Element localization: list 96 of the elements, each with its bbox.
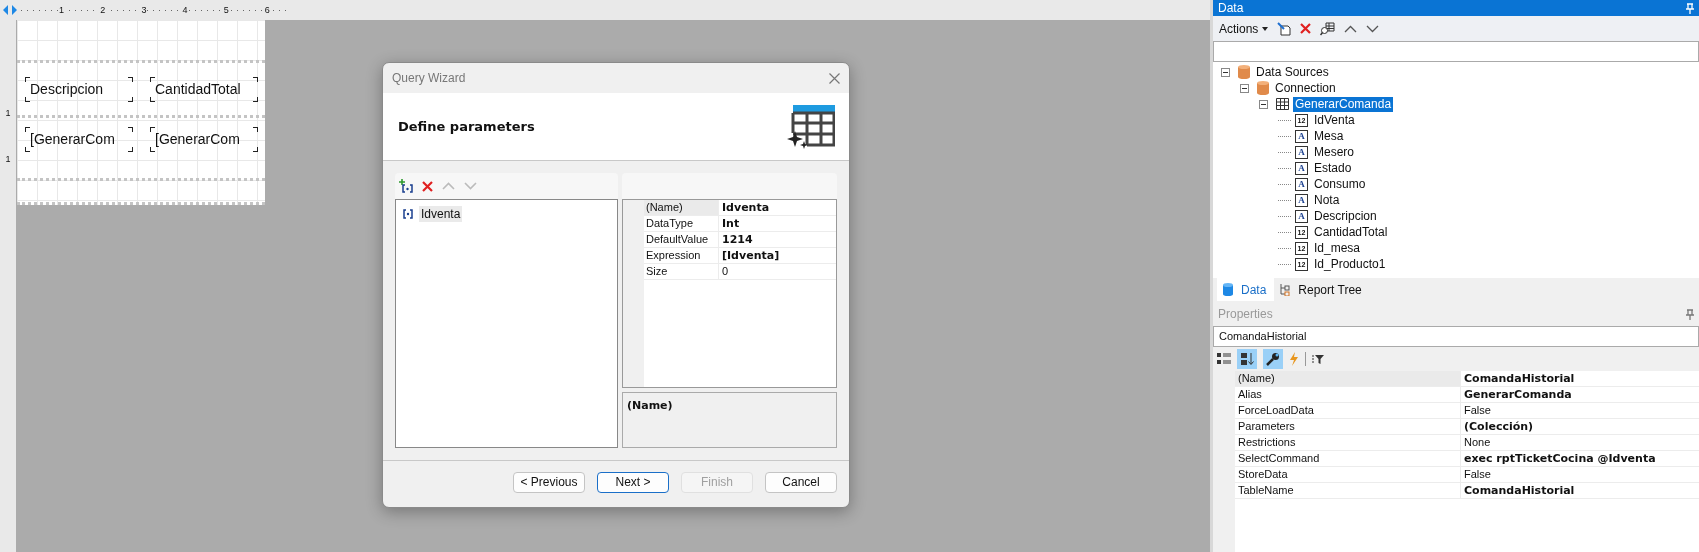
ruler-number: 1 (5, 154, 11, 164)
parameter-icon (403, 209, 413, 219)
tree-item[interactable]: Nota (1312, 192, 1342, 208)
text-field-icon: A (1295, 145, 1308, 159)
property-name[interactable]: Size (644, 264, 719, 279)
property-value[interactable]: False (1461, 403, 1699, 418)
pin-icon[interactable] (1686, 308, 1694, 320)
property-value[interactable]: 0 (719, 264, 836, 279)
database-icon (1223, 283, 1233, 296)
text-field-icon: A (1295, 161, 1308, 175)
collapse-icon[interactable] (1221, 67, 1230, 77)
ruler-number: 1 (5, 108, 11, 118)
move-up-icon[interactable] (1344, 24, 1358, 33)
wizard-button[interactable]: Cancel (765, 471, 837, 493)
text-field-icon: A (1295, 193, 1308, 207)
ruler-number: 1 (58, 5, 66, 15)
parameter-item[interactable]: Idventa (419, 206, 463, 222)
ruler-nav-icon[interactable] (2, 5, 18, 15)
categorized-icon[interactable] (1217, 352, 1231, 366)
property-value[interactable]: Idventa (719, 200, 836, 215)
property-name[interactable]: DefaultValue (644, 232, 719, 247)
property-value[interactable]: ComandaHistorial (1461, 371, 1699, 386)
tree-item[interactable]: Id_mesa (1312, 240, 1363, 256)
report-text-field[interactable]: CantidadTotal (150, 76, 258, 102)
panel-tab[interactable]: Data (1217, 278, 1275, 301)
tree-item[interactable]: Descripcion (1312, 208, 1379, 224)
report-text-field[interactable]: [GenerarCom (25, 127, 133, 152)
panel-title: Data (1218, 1, 1244, 15)
collapse-icon[interactable] (1259, 99, 1268, 109)
tree-item[interactable]: Mesero (1312, 144, 1356, 160)
property-value[interactable]: ComandaHistorial (1461, 483, 1699, 498)
move-down-icon[interactable] (1366, 24, 1380, 33)
delete-icon[interactable] (1300, 23, 1312, 34)
database-icon (1257, 81, 1269, 95)
tree-item[interactable]: GenerarComanda (1293, 96, 1394, 112)
ruler-number: 4 (181, 5, 189, 15)
dialog-title: Query Wizard (392, 71, 466, 85)
property-value[interactable]: exec rptTicketCocina @Idventa (1461, 451, 1699, 466)
property-value[interactable]: GenerarComanda (1461, 387, 1699, 402)
property-value[interactable]: False (1461, 467, 1699, 482)
report-text-field[interactable]: Descripcion (25, 76, 133, 102)
database-icon (1238, 65, 1250, 79)
wizard-button[interactable]: Next > (597, 471, 669, 493)
actions-menu[interactable]: Actions (1219, 21, 1259, 36)
property-name[interactable]: SelectCommand (1235, 451, 1461, 466)
wrench-icon[interactable] (1266, 352, 1280, 366)
add-parameter-icon[interactable] (399, 179, 413, 193)
property-name[interactable]: StoreData (1235, 467, 1461, 482)
tree-icon (1280, 283, 1291, 296)
property-value[interactable]: None (1461, 435, 1699, 450)
wizard-button[interactable]: < Previous (513, 471, 585, 493)
property-value[interactable]: [Idventa] (719, 248, 836, 263)
tree-item[interactable]: CantidadTotal (1312, 224, 1390, 240)
ruler-number: 5 (222, 5, 230, 15)
panel-title: Properties (1218, 307, 1273, 321)
close-icon[interactable] (829, 72, 840, 84)
delete-icon[interactable] (422, 180, 433, 192)
property-value[interactable]: Int (719, 216, 836, 231)
property-name[interactable]: DataType (644, 216, 719, 231)
text-field-icon: A (1295, 129, 1308, 143)
property-name[interactable]: (Name) (644, 200, 719, 215)
property-name[interactable]: Alias (1235, 387, 1461, 402)
property-name[interactable]: ForceLoadData (1235, 403, 1461, 418)
view-data-icon[interactable] (1320, 21, 1336, 36)
tree-item[interactable]: Data Sources (1254, 64, 1331, 80)
property-name[interactable]: (Name) (1235, 371, 1461, 386)
collapse-icon[interactable] (1240, 83, 1249, 93)
table-sparkle-icon (787, 104, 835, 149)
text-field-icon: A (1295, 209, 1308, 223)
ruler-number: 6 (263, 5, 271, 15)
ruler-number: 3 (140, 5, 148, 15)
tree-item[interactable]: Connection (1273, 80, 1338, 96)
property-name[interactable]: Restrictions (1235, 435, 1461, 450)
property-name[interactable]: TableName (1235, 483, 1461, 498)
step-heading: Define parameters (398, 119, 535, 134)
report-text-field[interactable]: [GenerarCom (150, 127, 258, 152)
description-title: (Name) (627, 399, 673, 412)
search-field[interactable] (1213, 41, 1699, 62)
property-value[interactable]: (Colección) (1461, 419, 1699, 434)
panel-tab[interactable]: Report Tree (1274, 278, 1370, 301)
tree-item[interactable]: Id_Producto1 (1312, 256, 1388, 272)
tree-item[interactable]: Consumo (1312, 176, 1368, 192)
tree-item[interactable]: IdVenta (1312, 112, 1357, 128)
object-selector[interactable]: ComandaHistorial (1213, 326, 1699, 347)
tree-item[interactable]: Mesa (1312, 128, 1346, 144)
property-name[interactable]: Expression (644, 248, 719, 263)
edit-icon[interactable] (1277, 21, 1292, 36)
sort-icon[interactable] (1240, 352, 1254, 366)
property-name[interactable]: Parameters (1235, 419, 1461, 434)
property-value[interactable]: 1214 (719, 232, 836, 247)
ruler-number: 2 (99, 5, 107, 15)
table-icon (1276, 98, 1289, 110)
tree-item[interactable]: Estado (1312, 160, 1354, 176)
text-field-icon: A (1295, 177, 1308, 191)
dropdown-caret-icon[interactable] (1262, 26, 1269, 31)
filter-icon[interactable] (1312, 353, 1324, 365)
